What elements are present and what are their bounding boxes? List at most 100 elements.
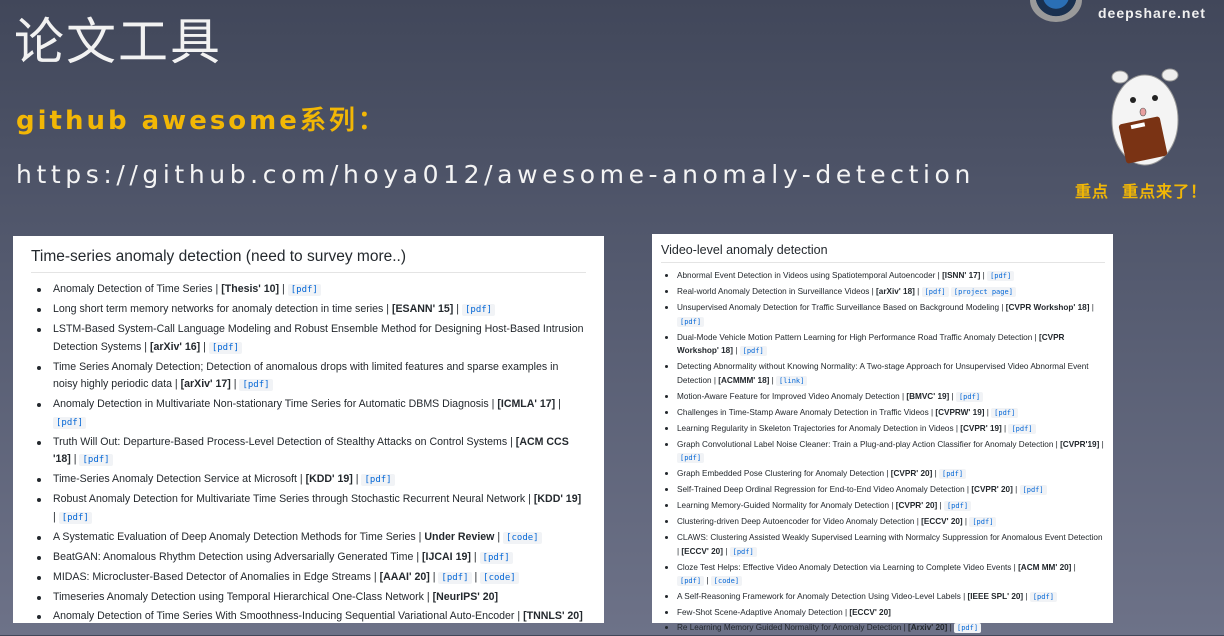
slide-subtitle: github awesome系列：	[16, 106, 387, 136]
paper-title: Challenges in Time-Stamp Aware Anomaly D…	[677, 407, 929, 417]
paper-title: CLAWS: Clustering Assisted Weakly Superv…	[677, 533, 1103, 542]
hamster-mascot-icon	[1111, 68, 1179, 166]
paper-link[interactable]: [project page]	[950, 287, 1016, 297]
paper-venue: [KDD' 19]	[533, 493, 582, 505]
paper-link[interactable]: [pdf]	[987, 271, 1015, 281]
paper-link[interactable]: [pdf]	[954, 623, 982, 633]
paper-link[interactable]: [pdf]	[991, 407, 1019, 418]
slide-title: 论文工具	[14, 13, 222, 71]
paper-item: MIDAS: Microcluster-Based Detector of An…	[31, 569, 586, 588]
paper-title: A Systematic Evaluation of Deep Anomaly …	[53, 530, 416, 543]
paper-venue: [ISNN' 17]	[942, 271, 981, 280]
paper-item: Time-Series Anomaly Detection Service at…	[31, 471, 586, 490]
paper-item: Learning Regularity in Skeleton Trajecto…	[661, 422, 1105, 437]
paper-link[interactable]: [link]	[776, 375, 808, 386]
paper-title: Cloze Test Helps: Effective Video Anomal…	[677, 562, 1012, 572]
paper-item: Graph Convolutional Label Noise Cleaner:…	[661, 438, 1105, 466]
paper-title: Graph Convolutional Label Noise Cleaner:…	[677, 439, 1054, 449]
paper-link[interactable]: [pdf]	[79, 454, 113, 466]
paper-link[interactable]: [pdf]	[461, 304, 496, 316]
paper-title: Timeseries Anomaly Detection using Tempo…	[53, 590, 424, 603]
paper-venue: [CVPRW' 19]	[935, 407, 985, 417]
paper-venue: [CVPR' 20]	[971, 485, 1013, 494]
paper-venue: [ESANN' 15]	[391, 303, 454, 315]
paper-venue: [arXiv' 16]	[149, 340, 201, 353]
paper-link[interactable]: [pdf]	[943, 501, 972, 511]
paper-link[interactable]: [pdf]	[677, 453, 705, 463]
paper-link[interactable]: [pdf]	[1019, 485, 1047, 495]
paper-link[interactable]: [pdf]	[53, 416, 87, 429]
paper-link[interactable]: [pdf]	[239, 379, 273, 391]
paper-link[interactable]: [pdf]	[208, 341, 242, 354]
paper-item: Time Series Anomaly Detection; Detection…	[31, 359, 586, 395]
paper-title: Dual-Mode Vehicle Motion Pattern Learnin…	[677, 332, 1033, 342]
paper-title: Truth Will Out: Departure-Based Process-…	[53, 435, 508, 448]
paper-venue: [ACMMM' 18]	[718, 375, 770, 385]
slogan: 重点 重点来了！	[1075, 182, 1208, 201]
paper-link[interactable]: [pdf]	[287, 284, 321, 296]
paper-venue: [Thesis' 10]	[221, 283, 280, 295]
paper-item: Motion-Aware Feature for Improved Video …	[661, 390, 1105, 405]
paper-list: Abnormal Event Detection in Videos using…	[661, 269, 1105, 636]
paper-item: Cloze Test Helps: Effective Video Anomal…	[661, 561, 1105, 589]
paper-link[interactable]: [pdf]	[479, 551, 513, 564]
paper-title: BeatGAN: Anomalous Rhythm Detection usin…	[53, 550, 414, 563]
logo-icon	[1030, 0, 1082, 22]
paper-item: Re Learning Memory Guided Normality for …	[661, 621, 1105, 636]
paper-title: Learning Regularity in Skeleton Trajecto…	[677, 423, 954, 433]
paper-venue: [ICMLA' 17]	[497, 398, 556, 410]
paper-title: Learning Memory-Guided Normality for Ano…	[677, 501, 890, 510]
paper-link[interactable]: [pdf]	[729, 546, 757, 557]
paper-list: Anomaly Detection of Time Series | [Thes…	[31, 281, 586, 625]
paper-venue: [NeurIPS' 20]	[432, 590, 499, 603]
paper-venue: [BMVC' 19]	[906, 391, 950, 401]
paper-item: Challenges in Time-Stamp Aware Anomaly D…	[661, 406, 1105, 421]
paper-title: Anomaly Detection of Time Series	[53, 283, 213, 295]
paper-link[interactable]: [code]	[503, 531, 542, 544]
paper-venue: [IEEE SPL' 20]	[967, 592, 1024, 601]
paper-venue: [ECCV' 20]	[849, 608, 891, 617]
time-series-panel: Time-series anomaly detection (need to s…	[13, 236, 604, 623]
paper-venue: [ACM MM' 20]	[1018, 562, 1072, 572]
paper-venue: [TNNLS' 20]	[523, 609, 583, 622]
paper-link[interactable]: [pdf]	[938, 469, 967, 479]
paper-title: Real-world Anomaly Detection in Surveill…	[677, 287, 870, 296]
paper-item: Dual-Mode Vehicle Motion Pattern Learnin…	[661, 331, 1105, 359]
paper-item: BeatGAN: Anomalous Rhythm Detection usin…	[31, 549, 586, 568]
paper-title: Self-Trained Deep Ordinal Regression for…	[677, 485, 965, 494]
paper-title: Re Learning Memory Guided Normality for …	[677, 623, 902, 632]
paper-venue: [KDD' 19]	[305, 473, 353, 485]
paper-venue: [CVPR Workshop' 18]	[1005, 303, 1090, 312]
paper-item: Unsupervised Anomaly Detection for Traff…	[661, 301, 1105, 329]
paper-link[interactable]: [code]	[480, 571, 519, 584]
paper-link[interactable]: [pdf]	[969, 517, 997, 527]
paper-venue: [ECCV' 20]	[921, 517, 963, 526]
paper-link[interactable]: [pdf]	[677, 576, 705, 586]
paper-venue: [arXiv' 17]	[180, 378, 231, 390]
paper-link[interactable]: [pdf]	[921, 287, 949, 297]
video-level-panel: Video-level anomaly detection Abnormal E…	[652, 234, 1113, 633]
paper-item: Timeseries Anomaly Detection using Tempo…	[31, 589, 586, 607]
paper-item: Long short term memory networks for anom…	[31, 301, 586, 320]
paper-link[interactable]: [pdf]	[739, 346, 767, 356]
paper-item: Abnormal Event Detection in Videos using…	[661, 269, 1105, 284]
paper-venue: [arXiv' 18]	[876, 287, 915, 296]
paper-venue: [AAAI' 20]	[379, 570, 430, 583]
paper-item: Few-Shot Scene-Adaptive Anomaly Detectio…	[661, 606, 1105, 620]
paper-link[interactable]: [pdf]	[58, 511, 92, 524]
paper-link[interactable]: [pdf]	[1029, 592, 1057, 602]
paper-item: Clustering-driven Deep Autoencoder for V…	[661, 515, 1105, 530]
paper-title: Clustering-driven Deep Autoencoder for V…	[677, 517, 915, 526]
paper-link[interactable]: [pdf]	[1008, 423, 1036, 434]
paper-item: Self-Trained Deep Ordinal Regression for…	[661, 483, 1105, 498]
paper-link[interactable]: [pdf]	[955, 391, 984, 402]
paper-link[interactable]: [pdf]	[361, 474, 395, 486]
paper-link[interactable]: [pdf]	[438, 571, 472, 584]
paper-venue: [ECCV' 20]	[681, 546, 723, 556]
paper-title: LSTM-Based System-Call Language Modeling…	[53, 323, 584, 353]
paper-title: A Self-Reasoning Framework for Anomaly D…	[677, 592, 961, 601]
paper-title: Long short term memory networks for anom…	[53, 303, 384, 315]
paper-link[interactable]: [pdf]	[677, 316, 705, 327]
paper-venue: [IJCAI 19]	[422, 550, 471, 563]
paper-link[interactable]: [code]	[710, 576, 743, 586]
